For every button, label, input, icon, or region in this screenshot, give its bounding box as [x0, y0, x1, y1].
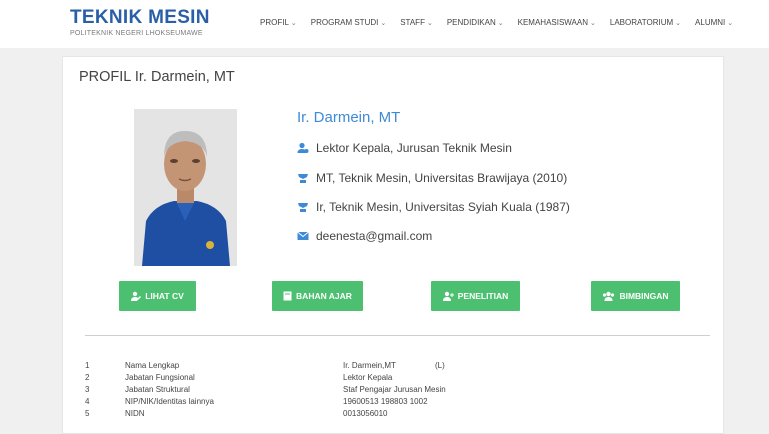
profile-photo [134, 109, 237, 266]
nav-item-program-studi[interactable]: PROGRAM STUDI ⌄ [311, 18, 386, 27]
nav-label: PROGRAM STUDI [310, 18, 379, 27]
row-number: 2 [85, 373, 90, 382]
row-value: 0013056010 [343, 409, 388, 418]
position-text: Lektor Kepala, Jurusan Teknik Mesin [316, 141, 512, 155]
row-label: Jabatan Fungsional [125, 373, 195, 382]
chevron-down-icon: ⌄ [380, 20, 387, 27]
row-number: 5 [85, 409, 90, 418]
education-row-2: Ir, Teknik Mesin, Universitas Syiah Kual… [297, 200, 570, 214]
graduation-icon [298, 174, 308, 183]
row-value: Lektor Kepala [343, 373, 393, 382]
row-label: NIDN [125, 409, 145, 418]
nav-item-alumni[interactable]: ALUMNI ⌄ [695, 18, 733, 27]
row-value: 19600513 198803 1002 [343, 397, 428, 406]
email-text[interactable]: deenesta@gmail.com [316, 229, 432, 243]
lihat-cv-label: LIHAT CV [145, 291, 184, 301]
nav-label: STAFF [400, 18, 425, 27]
nav-label: KEMAHASISWAAN [517, 18, 589, 27]
section-divider [85, 335, 710, 336]
row-label: Jabatan Struktural [125, 385, 190, 394]
chevron-down-icon: ⌄ [727, 20, 734, 27]
row-extra: (L) [435, 361, 445, 370]
bimbingan-label: BIMBINGAN [619, 291, 669, 301]
profile-card: PROFIL Ir. Darmein, MT Ir. Darmein, MT L… [62, 56, 724, 434]
row-number: 4 [85, 397, 90, 406]
user-plus-icon [442, 291, 454, 301]
site-header: TEKNIK MESIN POLITEKNIK NEGERI LHOKSEUMA… [0, 0, 769, 48]
bahan-ajar-button[interactable]: BAHAN AJAR [272, 281, 363, 311]
email-row: deenesta@gmail.com [297, 229, 432, 243]
nav-item-pendidikan[interactable]: PENDIDIKAN ⌄ [447, 18, 504, 27]
chevron-down-icon: ⌄ [497, 20, 504, 27]
row-label: Nama Lengkap [125, 361, 180, 370]
nav-label: PENDIDIKAN [446, 18, 496, 27]
book-icon [283, 291, 292, 301]
education-text-1: MT, Teknik Mesin, Universitas Brawijaya … [316, 171, 568, 185]
nav-label: ALUMNI [695, 18, 726, 27]
chevron-down-icon: ⌄ [675, 20, 682, 27]
chevron-down-icon: ⌄ [426, 20, 433, 27]
row-number: 3 [85, 385, 90, 394]
nav-item-kemahasiswaan[interactable]: KEMAHASISWAAN ⌄ [518, 18, 596, 27]
row-number: 1 [85, 361, 90, 370]
site-logo[interactable]: TEKNIK MESIN POLITEKNIK NEGERI LHOKSEUMA… [70, 7, 210, 38]
nav-item-staff[interactable]: STAFF ⌄ [400, 18, 433, 27]
nav-item-profil[interactable]: PROFIL ⌄ [260, 18, 297, 27]
envelope-icon [297, 231, 309, 240]
lihat-cv-button[interactable]: LIHAT CV [119, 281, 196, 311]
chevron-down-icon: ⌄ [290, 20, 297, 27]
position-row: Lektor Kepala, Jurusan Teknik Mesin [297, 141, 512, 155]
nav-item-laboratorium[interactable]: LABORATORIUM ⌄ [610, 18, 681, 27]
bahan-ajar-label: BAHAN AJAR [296, 291, 352, 301]
user-edit-icon [131, 291, 142, 301]
brand-title: TEKNIK MESIN [70, 7, 210, 28]
main-nav: PROFIL ⌄ PROGRAM STUDI ⌄ STAFF ⌄ PENDIDIKAN… [260, 18, 747, 27]
brand-subtitle: POLITEKNIK NEGERI LHOKSEUMAWE [70, 30, 203, 37]
bimbingan-button[interactable]: BIMBINGAN [591, 281, 680, 311]
profile-name: Ir. Darmein, MT [297, 109, 401, 126]
users-icon [603, 291, 615, 301]
user-tie-icon [297, 142, 309, 153]
penelitian-button[interactable]: PENELITIAN [431, 281, 520, 311]
row-value: Ir. Darmein,MT [343, 361, 396, 370]
education-row-1: MT, Teknik Mesin, Universitas Brawijaya … [297, 171, 567, 185]
row-value: Staf Pengajar Jurusan Mesin [343, 385, 446, 394]
row-label: NIP/NIK/Identitas lainnya [125, 397, 214, 406]
page-title: PROFIL Ir. Darmein, MT [79, 69, 235, 85]
penelitian-label: PENELITIAN [457, 291, 509, 301]
graduation-icon [298, 203, 308, 212]
chevron-down-icon: ⌄ [590, 20, 596, 27]
nav-label: PROFIL [260, 18, 289, 27]
nav-label: LABORATORIUM [609, 18, 674, 27]
person-portrait-icon [134, 109, 237, 266]
education-text-2: Ir, Teknik Mesin, Universitas Syiah Kual… [316, 200, 570, 214]
